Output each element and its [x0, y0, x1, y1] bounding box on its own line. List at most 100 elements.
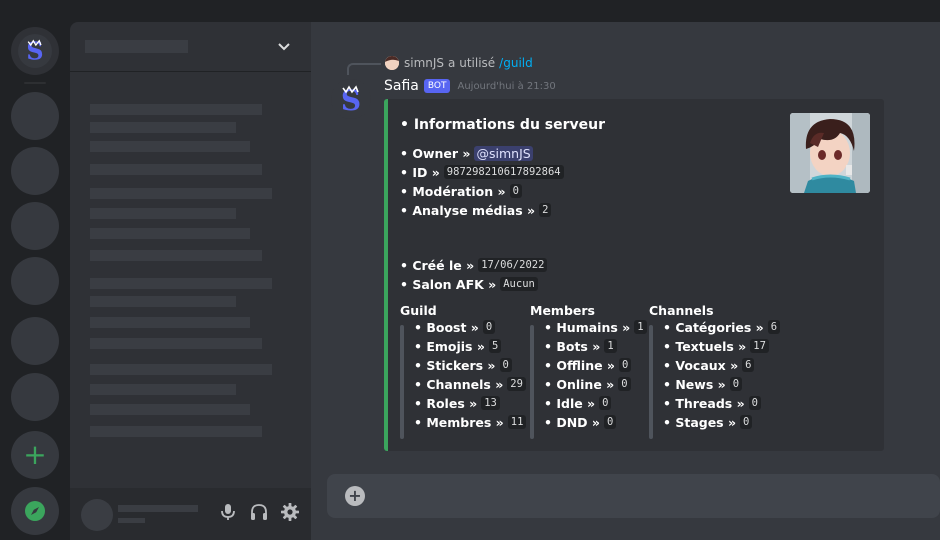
microphone-icon[interactable] — [218, 502, 238, 522]
created-value: 17/06/2022 — [478, 258, 548, 272]
guild-item-value: 13 — [481, 396, 500, 410]
channel-placeholder[interactable] — [90, 338, 262, 349]
server-icon[interactable] — [11, 147, 59, 195]
plus-circle-icon[interactable]: + — [345, 486, 365, 506]
channels-item-label: • Textuels » — [663, 338, 747, 354]
channels-item: • Stages » 0 — [663, 414, 753, 430]
owner-mention[interactable]: @simnJS — [474, 145, 533, 161]
avatar[interactable] — [81, 499, 113, 531]
reply-command[interactable]: /guild — [499, 56, 533, 70]
bot-avatar[interactable]: S — [331, 79, 371, 119]
channels-item: • Threads » 0 — [663, 395, 761, 411]
guild-item-value: 11 — [507, 415, 527, 429]
server-icon[interactable] — [11, 92, 59, 140]
author-name[interactable]: Safia — [384, 78, 419, 94]
channel-placeholder[interactable] — [90, 296, 236, 307]
channel-placeholder[interactable] — [90, 164, 262, 175]
safia-logo-icon: S — [18, 34, 52, 68]
channel-placeholder[interactable] — [90, 104, 262, 115]
gear-icon[interactable] — [280, 502, 300, 522]
guild-item-label: • Channels » — [414, 376, 504, 392]
channel-placeholder[interactable] — [90, 208, 236, 219]
channels-item-label: • News » — [663, 376, 726, 392]
server-header[interactable] — [70, 22, 311, 72]
bot-badge: BOT — [423, 79, 451, 93]
channels-item-value: 17 — [750, 339, 769, 353]
channel-placeholder[interactable] — [90, 141, 250, 152]
guild-item-label: • Membres » — [414, 414, 504, 430]
guild-column: Guild • Boost » 0 • Emojis » 5 • Stickers … — [400, 303, 527, 439]
channel-placeholder[interactable] — [90, 426, 262, 437]
rail-separator — [24, 82, 46, 84]
chat-area: simnJS a utilisé /guild S Safia BOT Aujo… — [311, 22, 940, 540]
channels-quote-bar — [649, 325, 653, 439]
server-icon[interactable] — [11, 373, 59, 421]
members-column: Members • Humains » 1 • Bots » 1 • Offline… — [530, 303, 647, 439]
user-status-placeholder — [118, 518, 145, 523]
members-item-value: 0 — [618, 377, 631, 391]
reply-username[interactable]: simnJS — [404, 56, 444, 70]
afk-value: Aucun — [500, 277, 538, 291]
members-item-label: • Bots » — [544, 338, 601, 354]
members-item-label: • Online » — [544, 376, 615, 392]
channels-item-value: 0 — [729, 377, 743, 391]
message-header: Safia BOT Aujourd'hui à 21:30 — [384, 76, 556, 96]
members-item-value: 0 — [619, 358, 632, 372]
members-item: • DND » 0 — [544, 414, 617, 430]
afk-field: • Salon AFK » Aucun — [400, 276, 538, 292]
channel-placeholder[interactable] — [90, 404, 250, 415]
id-label: • ID » — [400, 164, 440, 180]
compass-icon — [25, 501, 45, 521]
members-quote-bar — [530, 325, 534, 439]
server-info-embed: • Informations du serveur • Owner » @sim… — [384, 99, 884, 451]
guild-item: • Membres » 11 — [414, 414, 527, 430]
server-icon[interactable] — [11, 257, 59, 305]
guild-item: • Roles » 13 — [414, 395, 500, 411]
channel-placeholder[interactable] — [90, 278, 272, 289]
reply-avatar[interactable] — [385, 56, 399, 70]
members-item-value: 1 — [634, 320, 647, 334]
members-item-value: 0 — [603, 415, 617, 429]
channels-column: Channels • Catégories » 6 • Textuels » 17 … — [649, 303, 781, 439]
channels-item-value: 6 — [767, 320, 781, 334]
add-server-button[interactable]: + — [11, 431, 59, 479]
moderation-field: • Modération » 0 — [400, 183, 522, 199]
id-field: • ID » 987298210617892864 — [400, 164, 564, 180]
channel-placeholder[interactable] — [90, 317, 250, 328]
channel-placeholder[interactable] — [90, 228, 250, 239]
channel-placeholder[interactable] — [90, 364, 272, 375]
embed-thumbnail[interactable] — [790, 113, 870, 193]
explore-servers-button[interactable] — [11, 487, 59, 535]
members-item-value: 0 — [599, 396, 612, 410]
channel-placeholder[interactable] — [90, 122, 236, 133]
media-label: • Analyse médias » — [400, 202, 536, 218]
guild-item-label: • Roles » — [414, 395, 478, 411]
guild-item: • Emojis » 5 — [414, 338, 502, 354]
command-reply-reference[interactable]: simnJS a utilisé /guild — [385, 54, 533, 72]
channel-placeholder[interactable] — [90, 188, 272, 199]
created-label: • Créé le » — [400, 257, 475, 273]
server-icon[interactable] — [11, 202, 59, 250]
members-item-label: • Offline » — [544, 357, 616, 373]
members-item: • Online » 0 — [544, 376, 631, 392]
channel-placeholder[interactable] — [90, 250, 262, 261]
server-home-button[interactable]: S — [11, 27, 59, 75]
server-icon[interactable] — [11, 317, 59, 365]
created-field: • Créé le » 17/06/2022 — [400, 257, 548, 273]
moderation-label: • Modération » — [400, 183, 506, 199]
reply-spine — [347, 63, 381, 75]
channels-item-value: 6 — [742, 358, 755, 372]
embed-title: • Informations du serveur — [400, 117, 606, 133]
channels-item-value: 0 — [748, 396, 761, 410]
server-rail: S + — [0, 0, 70, 540]
channels-item: • Vocaux » 6 — [663, 357, 755, 373]
media-value: 2 — [539, 203, 552, 217]
owner-label: • Owner » — [400, 145, 471, 161]
headphones-icon[interactable] — [249, 502, 269, 522]
message-input[interactable]: + — [327, 474, 940, 518]
channels-item-label: • Threads » — [663, 395, 745, 411]
channels-item-label: • Vocaux » — [663, 357, 739, 373]
id-value: 987298210617892864 — [443, 165, 564, 179]
channels-item-label: • Stages » — [663, 414, 737, 430]
channel-placeholder[interactable] — [90, 384, 236, 395]
